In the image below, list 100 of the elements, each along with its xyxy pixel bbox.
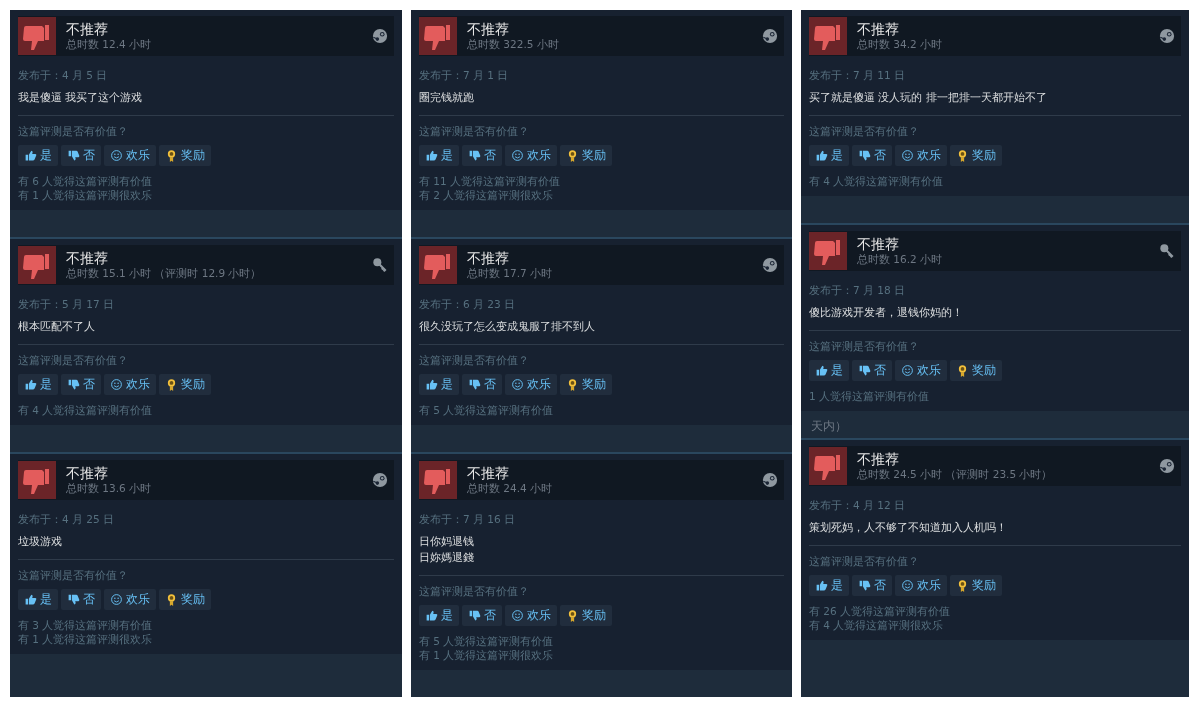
review-text: 日妳媽退錢 <box>419 550 475 566</box>
post-date: 发布于：6 月 23 日 <box>419 298 517 312</box>
playtime: 总时数 24.4 小时 <box>467 482 554 495</box>
post-date: 发布于：7 月 16 日 <box>419 513 517 527</box>
vote-button[interactable]: 奖励 <box>159 589 211 610</box>
helpful-question: 这篇评测是否有价值？ <box>419 354 530 368</box>
review-text: 根本匹配不了人 <box>18 319 96 335</box>
thumbs-down-icon <box>858 579 871 592</box>
award-ribbon-icon <box>566 149 579 162</box>
thumbs-down-icon <box>468 149 481 162</box>
thumbs-down-icon <box>809 447 847 485</box>
vote-button[interactable]: 否 <box>462 145 502 166</box>
vote-button[interactable]: 是 <box>419 145 459 166</box>
helpful-question: 这篇评测是否有价值？ <box>809 555 920 569</box>
vote-count: 有 1 人觉得这篇评测很欢乐 <box>18 632 154 646</box>
vote-button[interactable]: 是 <box>809 145 849 166</box>
vote-button[interactable]: 是 <box>18 374 58 395</box>
vote-button[interactable]: 是 <box>809 360 849 381</box>
vote-button[interactable]: 否 <box>852 575 892 596</box>
smiley-icon <box>110 149 123 162</box>
post-date: 发布于：4 月 25 日 <box>18 513 116 527</box>
vote-button[interactable]: 欢乐 <box>505 605 557 626</box>
vote-button[interactable]: 欢乐 <box>895 575 947 596</box>
award-ribbon-icon <box>956 149 969 162</box>
vote-button[interactable]: 是 <box>18 145 58 166</box>
thumbs-down-icon <box>18 17 56 55</box>
smiley-icon <box>110 593 123 606</box>
review-text: 买了就是傻逼 没人玩的 排一把排一天都开始不了 <box>809 90 1048 106</box>
thumbs-down-icon <box>858 149 871 162</box>
vote-button[interactable]: 否 <box>462 374 502 395</box>
vote-button[interactable]: 奖励 <box>159 145 211 166</box>
helpful-question: 这篇评测是否有价值？ <box>809 340 920 354</box>
award-ribbon-icon <box>566 609 579 622</box>
vote-button[interactable]: 欢乐 <box>104 145 156 166</box>
review-text: 垃圾游戏 <box>18 534 63 550</box>
thumbs-up-icon <box>24 593 37 606</box>
award-ribbon-icon <box>566 378 579 391</box>
vote-count: 有 6 人觉得这篇评测有价值 <box>18 174 154 188</box>
thumbs-down-icon <box>67 378 80 391</box>
vote-button[interactable]: 奖励 <box>950 145 1002 166</box>
helpful-question: 这篇评测是否有价值？ <box>18 569 129 583</box>
vote-button[interactable]: 奖励 <box>560 145 612 166</box>
vote-button[interactable]: 否 <box>852 145 892 166</box>
verdict-title: 不推荐 <box>467 465 510 482</box>
award-ribbon-icon <box>165 378 178 391</box>
playtime: 总时数 12.4 小时 <box>66 38 153 51</box>
vote-button[interactable]: 是 <box>18 589 58 610</box>
playtime: 总时数 13.6 小时 <box>66 482 153 495</box>
post-date: 发布于：7 月 11 日 <box>809 69 907 83</box>
vote-button[interactable]: 欢乐 <box>895 145 947 166</box>
smiley-icon <box>110 378 123 391</box>
thumbs-down-icon <box>419 461 457 499</box>
vote-count: 有 1 人觉得这篇评测很欢乐 <box>419 648 555 662</box>
helpful-question: 这篇评测是否有价值？ <box>809 125 920 139</box>
vote-button[interactable]: 是 <box>419 374 459 395</box>
award-ribbon-icon <box>165 593 178 606</box>
vote-button[interactable]: 欢乐 <box>104 589 156 610</box>
section-heading: 天内） <box>811 418 847 435</box>
vote-button[interactable]: 否 <box>61 374 101 395</box>
helpful-question: 这篇评测是否有价值？ <box>419 125 530 139</box>
playtime: 总时数 15.1 小时 （评测时 12.9 小时） <box>66 267 263 280</box>
vote-button[interactable]: 否 <box>462 605 502 626</box>
thumbs-up-icon <box>815 149 828 162</box>
thumbs-up-icon <box>425 149 438 162</box>
award-ribbon-icon <box>956 579 969 592</box>
vote-count: 有 26 人觉得这篇评测有价值 <box>809 604 952 618</box>
thumbs-down-icon <box>858 364 871 377</box>
award-ribbon-icon <box>165 149 178 162</box>
vote-button[interactable]: 否 <box>61 589 101 610</box>
vote-count: 有 1 人觉得这篇评测很欢乐 <box>18 188 154 202</box>
verdict-title: 不推荐 <box>857 451 900 468</box>
vote-button[interactable]: 奖励 <box>159 374 211 395</box>
vote-button[interactable]: 是 <box>809 575 849 596</box>
review-text: 圈完钱就跑 <box>419 90 475 106</box>
vote-count: 有 4 人觉得这篇评测有价值 <box>809 174 945 188</box>
vote-button[interactable]: 欢乐 <box>505 374 557 395</box>
verdict-title: 不推荐 <box>66 250 109 267</box>
thumbs-down-icon <box>809 232 847 270</box>
vote-button[interactable]: 否 <box>852 360 892 381</box>
vote-button[interactable]: 奖励 <box>560 374 612 395</box>
vote-button[interactable]: 奖励 <box>950 575 1002 596</box>
vote-button[interactable]: 否 <box>61 145 101 166</box>
vote-button[interactable]: 欢乐 <box>895 360 947 381</box>
review-text: 我是傻逼 我买了这个游戏 <box>18 90 144 106</box>
thumbs-down-icon <box>809 17 847 55</box>
smiley-icon <box>511 378 524 391</box>
vote-button[interactable]: 奖励 <box>560 605 612 626</box>
vote-button[interactable]: 欢乐 <box>505 145 557 166</box>
thumbs-down-icon <box>18 246 56 284</box>
vote-button[interactable]: 奖励 <box>950 360 1002 381</box>
verdict-title: 不推荐 <box>857 21 900 38</box>
playtime: 总时数 17.7 小时 <box>467 267 554 280</box>
smiley-icon <box>901 579 914 592</box>
post-date: 发布于：7 月 1 日 <box>419 69 510 83</box>
vote-button[interactable]: 欢乐 <box>104 374 156 395</box>
award-ribbon-icon <box>956 364 969 377</box>
vote-count: 有 2 人觉得这篇评测很欢乐 <box>419 188 555 202</box>
vote-button[interactable]: 是 <box>419 605 459 626</box>
thumbs-down-icon <box>67 149 80 162</box>
post-date: 发布于：4 月 12 日 <box>809 499 907 513</box>
